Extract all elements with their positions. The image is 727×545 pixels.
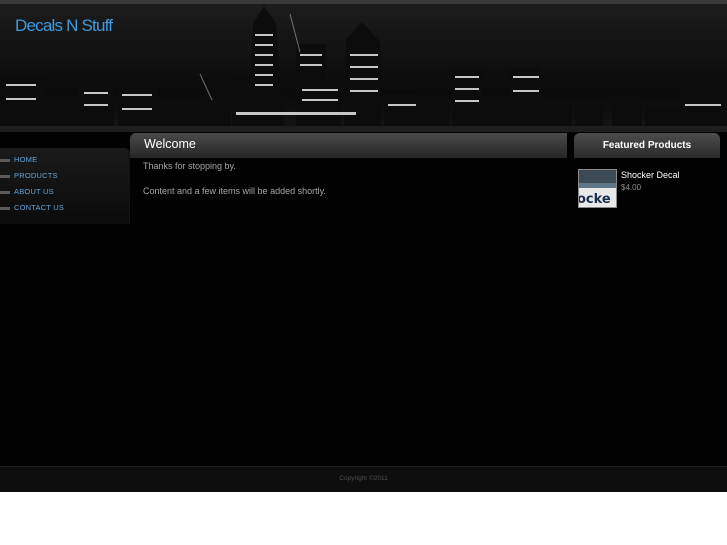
nav-bullet [0, 175, 10, 178]
page-title: Welcome [144, 137, 196, 151]
featured-products-title: Featured Products [602, 140, 692, 151]
product-price: $4.00 [621, 183, 642, 192]
product-name-link[interactable]: Shocker Decal [621, 170, 680, 180]
welcome-heading-bar: Welcome [130, 133, 567, 158]
nav-item-products[interactable]: PRODUCTS [0, 170, 129, 184]
nav-item-label[interactable]: PRODUCTS [14, 171, 58, 180]
nav-bullet [0, 207, 10, 210]
site-title[interactable]: Decals N Stuff [15, 16, 113, 36]
nav-bullet [0, 159, 10, 162]
nav-item-about-us[interactable]: ABOUT US [0, 186, 129, 200]
site-container: Decals N Stuff HOME PRODUCTS ABOUT US CO… [0, 0, 727, 492]
nav-item-home[interactable]: HOME [0, 154, 129, 168]
featured-product-item[interactable]: ocke Shocker Decal $4.00 [578, 169, 718, 211]
product-thumbnail-text: ocke [579, 192, 611, 207]
nav-item-label[interactable]: CONTACT US [14, 203, 64, 212]
product-thumbnail[interactable]: ocke [578, 169, 617, 208]
header-banner: Decals N Stuff [0, 4, 727, 132]
content-paragraph: Content and a few items will be added sh… [143, 186, 326, 196]
featured-products-heading-bar: Featured Products [574, 133, 720, 158]
copyright-text: Copyright ©2011 [339, 475, 388, 482]
nav-item-label[interactable]: HOME [14, 155, 37, 164]
footer: Copyright ©2011 [0, 466, 727, 492]
product-thumbnail-image: ocke [579, 170, 616, 207]
nav-item-contact-us[interactable]: CONTACT US [0, 202, 129, 216]
sidebar-nav: HOME PRODUCTS ABOUT US CONTACT US [0, 148, 130, 224]
content-paragraph: Thanks for stopping by. [143, 161, 236, 171]
nav-item-label[interactable]: ABOUT US [14, 187, 54, 196]
nav-bullet [0, 191, 10, 194]
